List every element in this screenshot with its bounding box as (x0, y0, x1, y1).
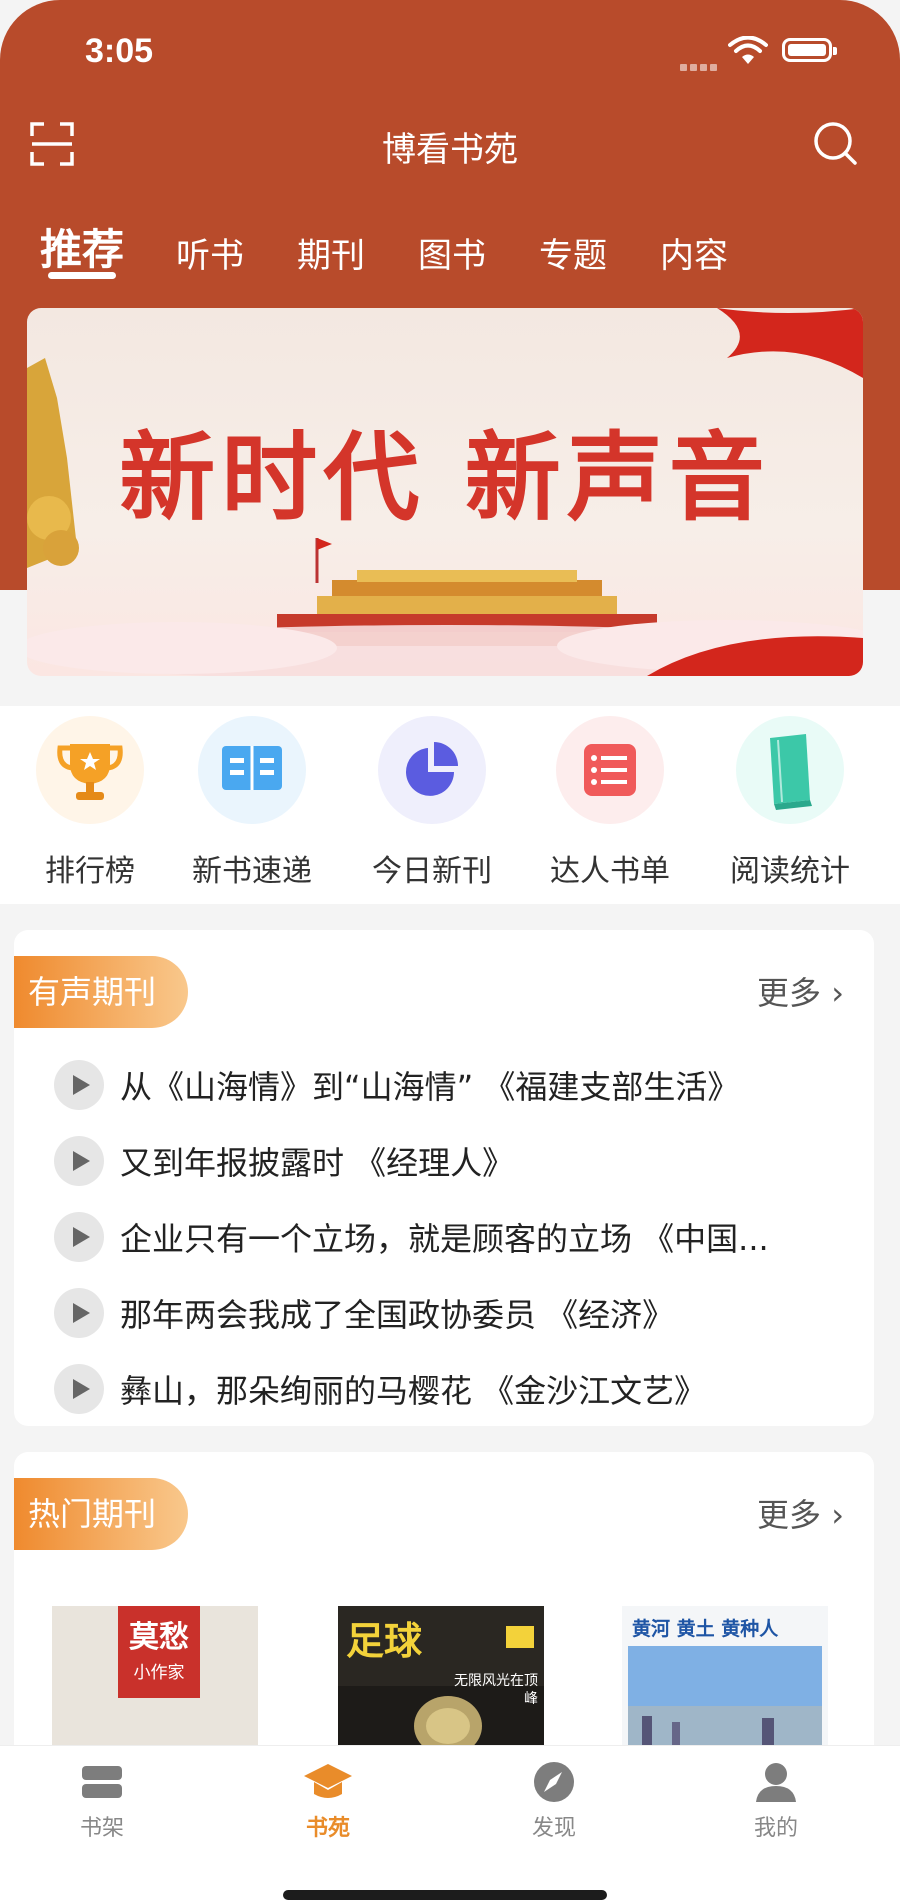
search-icon[interactable] (812, 120, 858, 166)
tab-me[interactable]: 我的 (706, 1760, 846, 1842)
more-label: 更多 (757, 974, 822, 1012)
tab-content[interactable]: 内容 (660, 228, 728, 277)
audio-list-item[interactable]: 又到年报披露时 《经理人》 (54, 1130, 854, 1190)
tab-discover[interactable]: 发现 (484, 1760, 624, 1842)
tab-journals[interactable]: 期刊 (297, 228, 365, 277)
section-title: 热门期刊 (14, 1478, 188, 1550)
more-label: 更多 (757, 1496, 822, 1534)
tab-label: 推荐 (40, 225, 125, 274)
quick-link-label: 阅读统计 (730, 854, 850, 889)
tab-label: 我的 (753, 1816, 798, 1841)
top-bar: 博看书苑 (0, 110, 900, 180)
quick-link-label: 达人书单 (550, 854, 670, 889)
tab-label: 书架 (79, 1816, 124, 1841)
chevron-right-icon: › (831, 1496, 844, 1534)
tab-label: 书苑 (305, 1816, 350, 1841)
quick-link-reading-stats[interactable]: 阅读统计 (700, 716, 880, 890)
status-time: 3:05 (85, 32, 154, 70)
play-icon[interactable] (54, 1364, 104, 1414)
bookshelf-icon (82, 1766, 122, 1798)
cover-title: 足球 (346, 1618, 423, 1663)
quick-link-ranking[interactable]: 排行榜 (0, 716, 180, 890)
app-title: 博看书苑 (382, 130, 518, 170)
tab-topics[interactable]: 专题 (539, 228, 607, 277)
play-icon[interactable] (54, 1288, 104, 1338)
hot-journals-card: 热门期刊 更多 › 莫愁 小作家 足球 无限风光在顶峰 黄河 黄土 黄种人 (14, 1452, 874, 1772)
tab-books[interactable]: 图书 (418, 228, 486, 277)
tab-listen[interactable]: 听书 (176, 228, 244, 277)
tab-bookshelf[interactable]: 书架 (32, 1760, 172, 1842)
tab-label: 发现 (531, 1816, 576, 1841)
cover-subtitle: 无限风光在顶峰 (454, 1673, 538, 1707)
open-book-icon (198, 716, 306, 824)
person-icon (756, 1763, 796, 1802)
more-link[interactable]: 更多 › (757, 1490, 844, 1536)
pie-chart-icon (378, 716, 486, 824)
quick-link-today-journals[interactable]: 今日新刊 (342, 716, 522, 890)
audio-list-item[interactable]: 那年两会我成了全国政协委员 《经济》 (54, 1282, 854, 1342)
chevron-right-icon: › (831, 974, 844, 1012)
bottom-tab-bar: 书架 书苑 发现 我的 (0, 1746, 900, 1904)
audio-item-title: 企业只有一个立场，就是顾客的立场 《中国... (120, 1220, 769, 1258)
tab-recommend[interactable]: 推荐 (40, 216, 125, 279)
audio-list-item[interactable]: 企业只有一个立场，就是顾客的立场 《中国... (54, 1206, 854, 1266)
trophy-icon (36, 716, 144, 824)
compass-icon (534, 1762, 574, 1802)
quick-links: 排行榜 新书速递 今日新刊 达人书单 阅读统计 (0, 706, 900, 904)
status-bar: 3:05 (0, 0, 900, 100)
home-indicator (283, 1890, 607, 1900)
play-icon[interactable] (54, 1136, 104, 1186)
cellular-signal-icon (680, 56, 720, 75)
battery-icon (782, 38, 837, 62)
list-icon (556, 716, 664, 824)
play-icon[interactable] (54, 1060, 104, 1110)
tab-book-garden[interactable]: 书苑 (258, 1760, 398, 1842)
section-title: 有声期刊 (14, 956, 188, 1028)
quick-link-label: 新书速递 (192, 854, 312, 889)
quick-link-label: 排行榜 (45, 854, 135, 889)
audio-journals-card: 有声期刊 更多 › 从《山海情》到“山海情” 《福建支部生活》 又到年报披露时 … (14, 930, 874, 1426)
play-icon[interactable] (54, 1212, 104, 1262)
quick-link-expert-lists[interactable]: 达人书单 (520, 716, 700, 890)
audio-item-title: 那年两会我成了全国政协委员 《经济》 (120, 1296, 675, 1334)
audio-list-item[interactable]: 从《山海情》到“山海情” 《福建支部生活》 (54, 1054, 854, 1114)
graduation-cap-icon (304, 1764, 352, 1798)
more-link[interactable]: 更多 › (757, 968, 844, 1014)
quick-link-label: 今日新刊 (372, 854, 492, 889)
audio-item-title: 彝山，那朵绚丽的马樱花 《金沙江文艺》 (120, 1372, 707, 1410)
book-stack-icon (736, 716, 844, 824)
active-tab-indicator (48, 272, 116, 279)
promo-banner[interactable]: 新时代 新声音 (27, 308, 863, 676)
quick-link-new-books[interactable]: 新书速递 (162, 716, 342, 890)
wifi-icon (728, 36, 768, 64)
audio-item-title: 又到年报披露时 《经理人》 (120, 1144, 515, 1182)
banner-headline: 新时代 新声音 (119, 421, 771, 534)
audio-item-title: 从《山海情》到“山海情” 《福建支部生活》 (120, 1068, 740, 1106)
audio-list-item[interactable]: 彝山，那朵绚丽的马樱花 《金沙江文艺》 (54, 1358, 854, 1418)
